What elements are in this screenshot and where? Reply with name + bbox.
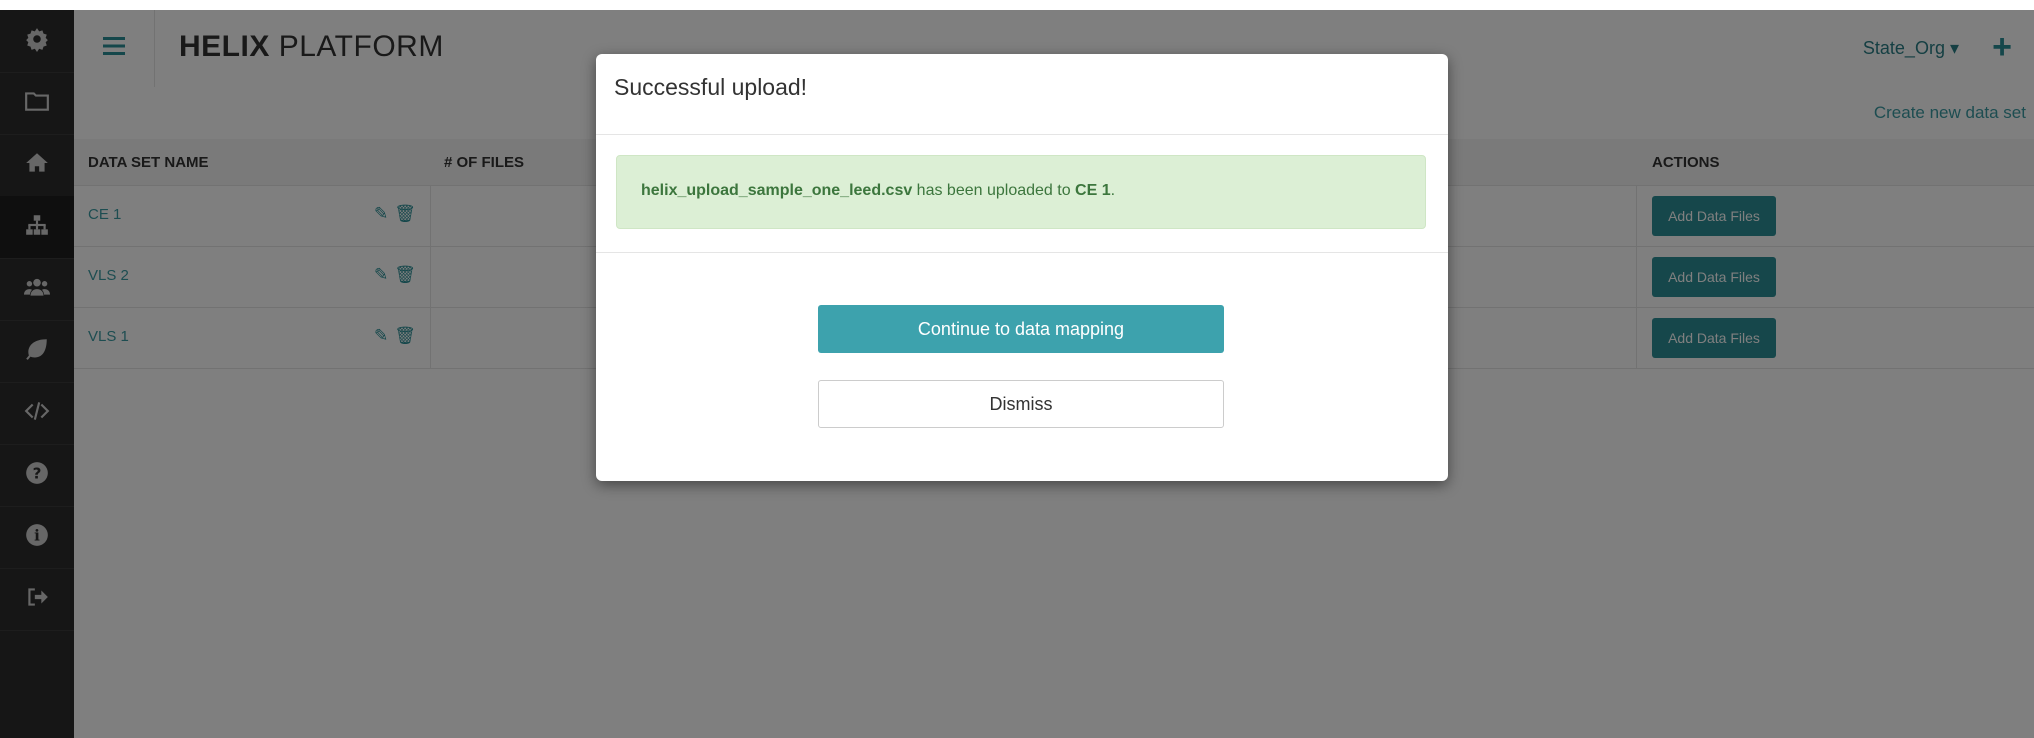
upload-success-modal: Successful upload! helix_upload_sample_o…	[596, 54, 1448, 481]
target-dataset-name: CE 1	[1075, 182, 1111, 199]
continue-to-mapping-button[interactable]: Continue to data mapping	[818, 305, 1224, 353]
alert-message: helix_upload_sample_one_leed.csv has bee…	[641, 182, 1115, 200]
alert-message-end: .	[1110, 182, 1116, 199]
success-alert: helix_upload_sample_one_leed.csv has bee…	[616, 155, 1426, 229]
modal-divider	[596, 252, 1448, 253]
app-window: ? i HELIX PLATFORM State_Org ▾ + Create …	[0, 10, 2034, 738]
uploaded-file-name: helix_upload_sample_one_leed.csv	[641, 182, 913, 199]
modal-divider	[596, 134, 1448, 135]
dismiss-button[interactable]: Dismiss	[818, 380, 1224, 428]
modal-title: Successful upload!	[614, 74, 808, 100]
alert-message-mid: has been uploaded to	[912, 182, 1076, 199]
